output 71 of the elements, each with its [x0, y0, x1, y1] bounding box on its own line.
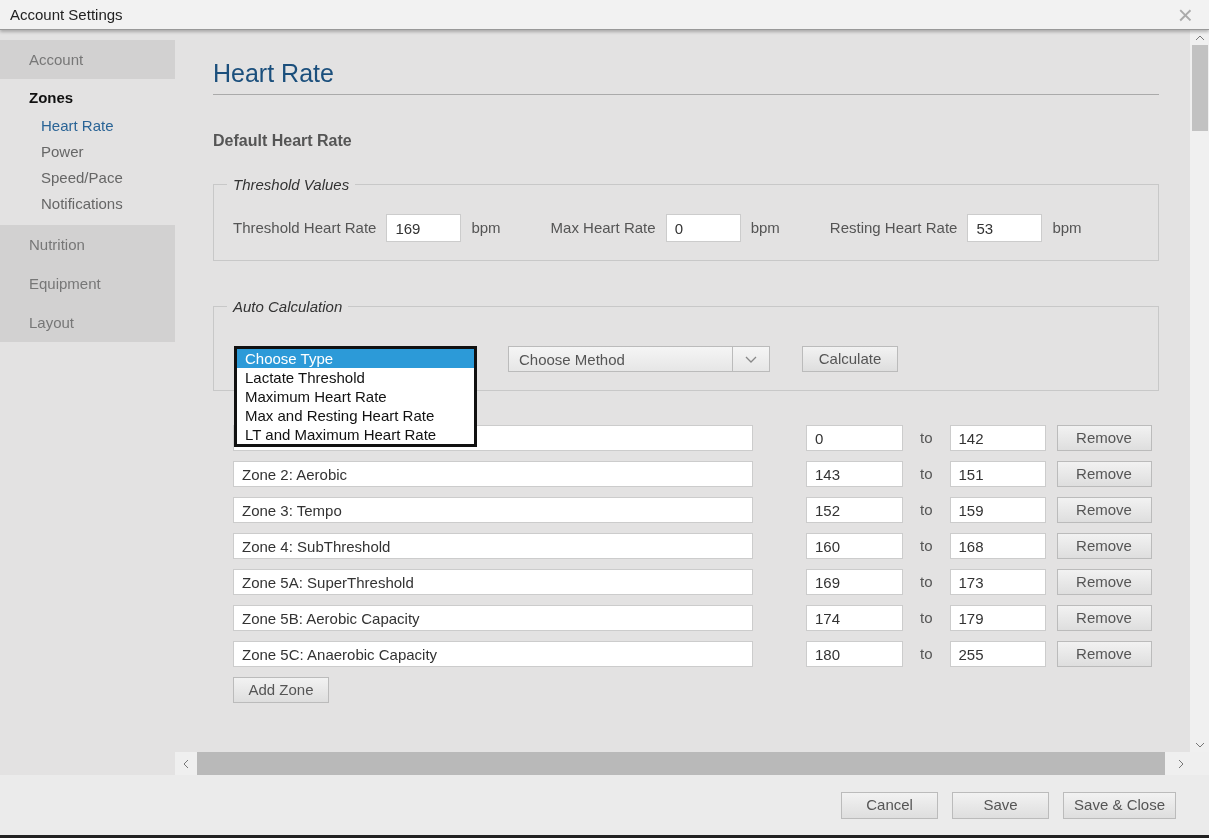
listbox-option[interactable]: Maximum Heart Rate: [237, 387, 474, 406]
zone-from-field[interactable]: 152: [806, 497, 903, 523]
footer-button[interactable]: Save: [952, 791, 1050, 819]
remove-button[interactable]: Remove: [1056, 605, 1152, 631]
scroll-right-icon[interactable]: [1178, 758, 1184, 769]
scroll-up-icon[interactable]: [1194, 35, 1205, 41]
to-label: to: [920, 535, 933, 556]
remove-button[interactable]: Remove: [1056, 569, 1152, 595]
zone-to-field[interactable]: 173: [949, 569, 1046, 595]
listbox-option[interactable]: Max and Resting Heart Rate: [237, 406, 474, 425]
scroll-down-icon[interactable]: [1194, 742, 1205, 748]
listbox-option[interactable]: LT and Maximum Heart Rate: [237, 425, 474, 444]
window-title: Account Settings: [10, 4, 123, 25]
calculate-button[interactable]: Calculate: [802, 346, 898, 372]
group-legend: Auto Calculation: [227, 299, 349, 314]
to-label: to: [920, 607, 933, 628]
zone-to-field[interactable]: 151: [949, 461, 1046, 487]
zone-from-field[interactable]: 160: [806, 533, 903, 559]
scrollbar-thumb[interactable]: [1191, 45, 1208, 131]
remove-button[interactable]: Remove: [1056, 641, 1152, 667]
to-label: to: [920, 463, 933, 484]
zone-from-field[interactable]: 174: [806, 605, 903, 631]
listbox-option[interactable]: Lactate Threshold: [237, 368, 474, 387]
zone-to-field[interactable]: 168: [949, 533, 1046, 559]
to-label: to: [920, 571, 933, 592]
zone-to-field[interactable]: 159: [949, 497, 1046, 523]
method-dropdown[interactable]: Choose Method: [508, 346, 770, 372]
footer-button[interactable]: Cancel: [841, 791, 939, 819]
to-label: to: [920, 643, 933, 664]
zone-name-field[interactable]: Zone 4: SubThreshold: [233, 533, 753, 559]
remove-button[interactable]: Remove: [1056, 461, 1152, 487]
footer-button[interactable]: Save & Close: [1063, 791, 1176, 819]
zone-to-field[interactable]: 179: [949, 605, 1046, 631]
zone-to-field[interactable]: 255: [949, 641, 1046, 667]
zone-from-field[interactable]: 143: [806, 461, 903, 487]
sidebar-subitem[interactable]: Power: [0, 139, 175, 165]
field-label: Threshold Heart Rate: [233, 217, 377, 238]
zone-name-field[interactable]: Zone 5B: Aerobic Capacity: [233, 605, 753, 631]
zone-from-field[interactable]: 180: [806, 641, 903, 667]
input-field[interactable]: 0: [665, 214, 741, 242]
scroll-left-icon[interactable]: [183, 758, 189, 769]
remove-button[interactable]: Remove: [1056, 425, 1152, 451]
to-label: to: [920, 427, 933, 448]
page-heading: Heart Rate: [213, 58, 1159, 95]
field-label: Resting Heart Rate: [829, 217, 958, 238]
zone-from-field[interactable]: 0: [806, 425, 903, 451]
caret-icon: [745, 355, 757, 363]
unit-label: bpm: [471, 217, 501, 238]
input-field[interactable]: 53: [967, 214, 1043, 242]
zone-from-field[interactable]: 169: [806, 569, 903, 595]
sidebar-subitem[interactable]: Speed/Pace: [0, 165, 175, 191]
type-dropdown-menu[interactable]: Choose Type Lactate Threshold Maximum Heart Rate Max and Resting Heart Rate LT and Maximum Heart Rate: [234, 346, 477, 447]
sidebar-item[interactable]: Zones: [0, 83, 175, 113]
sidebar-subitem[interactable]: Notifications: [0, 191, 175, 217]
input-field[interactable]: 169: [386, 214, 462, 242]
section-heading: Default Heart Rate: [213, 131, 353, 151]
group-legend: Threshold Values: [227, 177, 356, 192]
field-label: Max Heart Rate: [550, 217, 656, 238]
add-zone-button[interactable]: Add Zone: [233, 677, 329, 703]
zone-name-field[interactable]: Zone 3: Tempo: [233, 497, 753, 523]
zone-name-field[interactable]: Zone 5C: Anaerobic Capacity: [233, 641, 753, 667]
vertical-scrollbar[interactable]: [1190, 30, 1209, 752]
zone-name-field[interactable]: Zone 5A: SuperThreshold: [233, 569, 753, 595]
unit-label: bpm: [1052, 217, 1082, 238]
remove-button[interactable]: Remove: [1056, 497, 1152, 523]
zone-to-field[interactable]: 142: [949, 425, 1046, 451]
to-label: to: [920, 499, 933, 520]
sidebar-subitem[interactable]: Heart Rate: [0, 113, 175, 139]
remove-button[interactable]: Remove: [1056, 533, 1152, 559]
zone-name-field[interactable]: Zone 2: Aerobic: [233, 461, 753, 487]
unit-label: bpm: [750, 217, 780, 238]
